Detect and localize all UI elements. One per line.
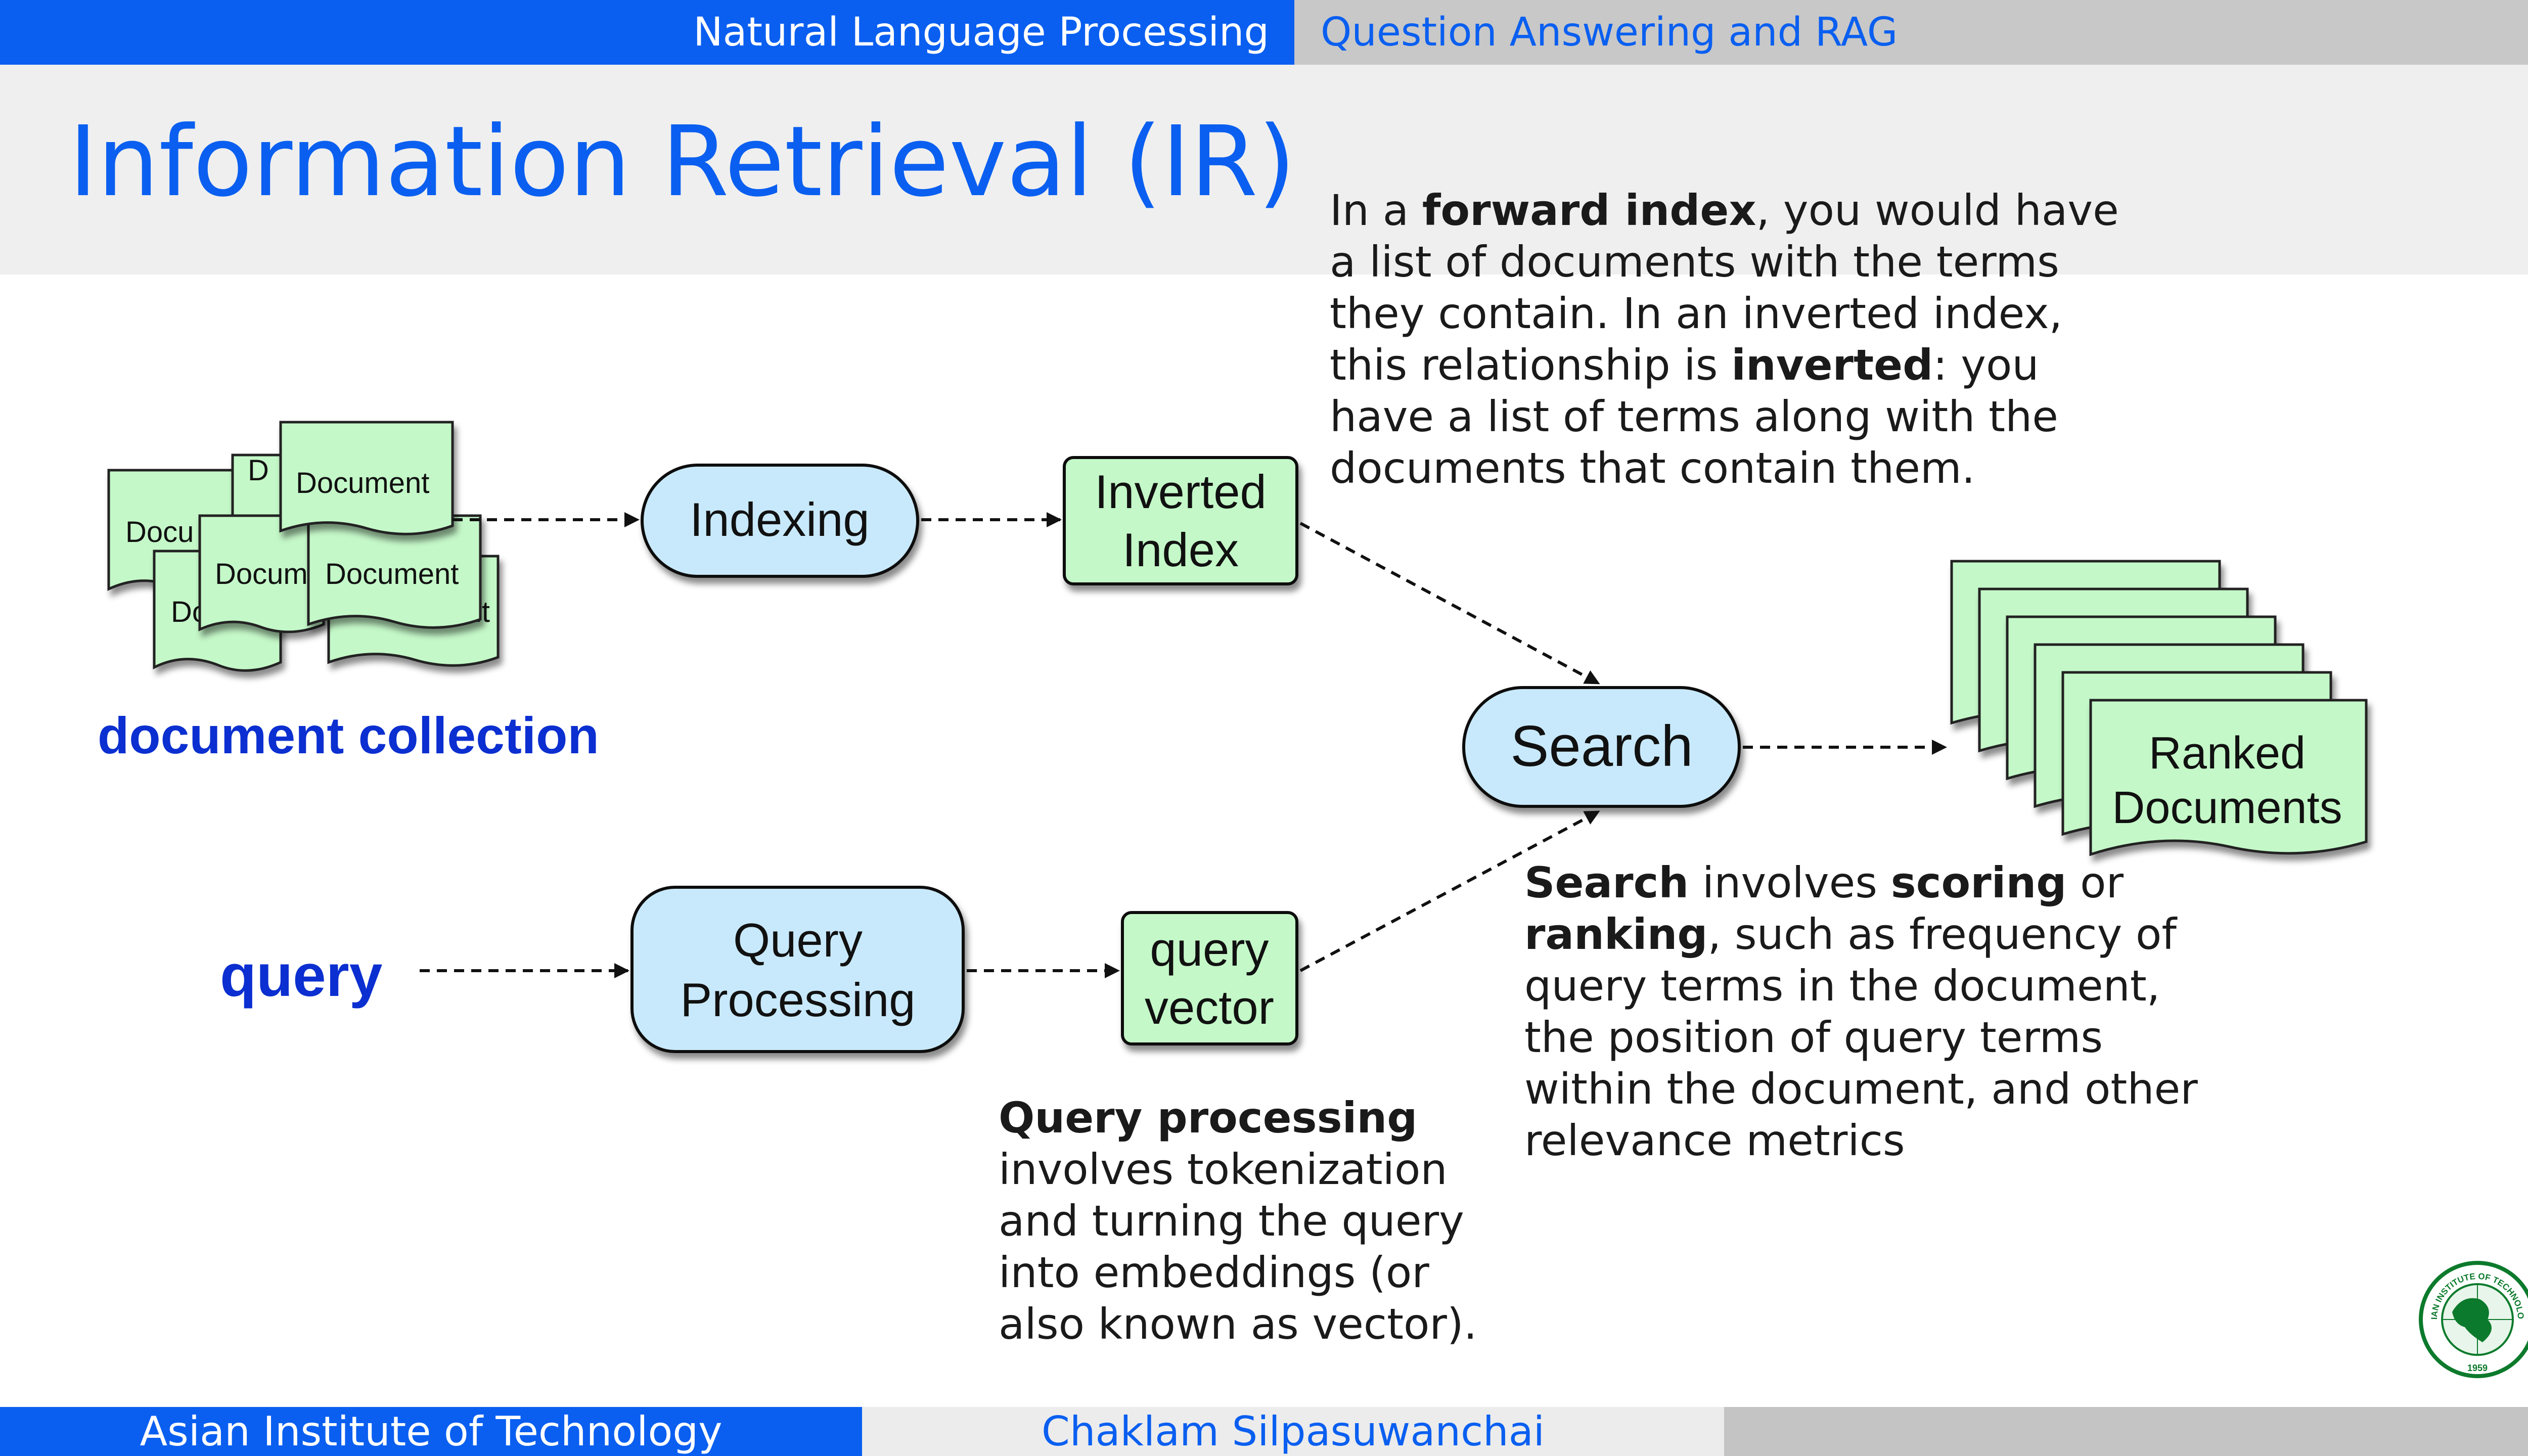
ranked-documents-icon: Ranked Documents [1950, 560, 2368, 856]
doc-label-4: Document [325, 558, 459, 590]
doc-label-partial-2: Docum [215, 558, 308, 590]
inverted-index-line1: Inverted [1095, 465, 1267, 518]
doc-label-partial-1: Docu [125, 516, 194, 549]
query-label: query [220, 942, 382, 1009]
footer-right-band [1724, 1407, 2528, 1456]
query-processing-line2: Processing [681, 973, 916, 1026]
search-note: Search involves scoring or ranking, such… [1524, 858, 2198, 1165]
forward-index-note: In a forward index, you would have a lis… [1330, 186, 2119, 493]
indexing-node: Indexing [641, 464, 919, 578]
document-collection-icon: Docu D Do ment Docum Document Document [107, 421, 500, 672]
footer-institution: Asian Institute of Technology [0, 1407, 862, 1456]
query-processing-line1: Query [733, 914, 863, 967]
ait-logo: ASIAN INSTITUTE OF TECHNOLOGY 1959 [2417, 1259, 2528, 1378]
doc-label-partial-5: D [248, 454, 269, 487]
search-label: Search [1510, 714, 1693, 779]
search-node: Search [1462, 686, 1741, 808]
ranked-line2: Documents [2112, 783, 2342, 833]
document-collection-caption: document collection [98, 707, 599, 764]
query-vector-line2: vector [1145, 981, 1274, 1034]
query-vector-line1: query [1150, 923, 1269, 976]
inverted-index-node: Inverted Index [1063, 456, 1298, 585]
query-vector-node: query vector [1121, 911, 1298, 1045]
inverted-index-line2: Index [1122, 523, 1239, 576]
footer-author: Chaklam Silpasuwanchai [862, 1407, 1724, 1456]
query-processing-note: Query processing involves tokenization an… [999, 1093, 1477, 1349]
indexing-label: Indexing [690, 493, 869, 546]
doc-label-top: Document [296, 467, 429, 499]
arrow-index-to-search [1299, 522, 1600, 685]
logo-year: 1959 [2467, 1363, 2488, 1373]
query-processing-node: Query Processing [630, 886, 965, 1053]
ranked-line1: Ranked [2149, 728, 2306, 779]
